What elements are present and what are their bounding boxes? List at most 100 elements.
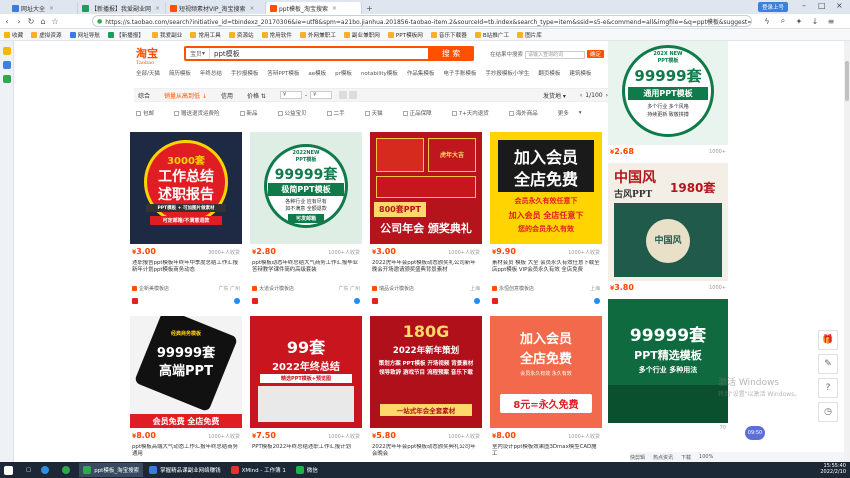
- app-icon[interactable]: [2, 61, 11, 69]
- side-ad-image[interactable]: 99999套 PPT精选模板 多个行业 多种用法: [608, 299, 728, 423]
- category-link[interactable]: 作品集模板: [407, 69, 435, 79]
- url-input[interactable]: ● https://s.taobao.com/search?initiative_…: [92, 15, 752, 27]
- search-icon[interactable]: ⌕: [778, 16, 788, 26]
- product-title[interactable]: 2022虎年年会ppt模板动态颁奖典礼公司年会晚会: [372, 444, 480, 462]
- product-title[interactable]: 2022虎年年会ppt模板动态颁奖礼公司新年晚会开场邀请颁奖盛典背景素材: [372, 260, 480, 282]
- lightning-icon[interactable]: ϟ: [762, 17, 772, 26]
- option-checkbox[interactable]: 包邮: [136, 108, 164, 118]
- shop-link[interactable]: 瑞品设计模板店: [372, 285, 414, 292]
- menu-icon[interactable]: ≡: [826, 17, 836, 26]
- chat-icon[interactable]: [474, 298, 480, 304]
- product-image[interactable]: 99套 2022年终总结 精选PPT模板+预览图: [250, 316, 362, 428]
- sub-search-button[interactable]: 确定: [587, 50, 605, 58]
- product-image[interactable]: 经典商务模板 99999套 高端PPT 会员免费 全店免费: [130, 316, 242, 428]
- product-card[interactable]: 加入会员 全店免费 会员永久有效任意下 加入会员 全店任意下 您的会员永久有效 …: [490, 132, 602, 310]
- browser-tab[interactable]: 【新播报】我爱副业网 ×: [78, 2, 166, 14]
- category-link[interactable]: ae模板: [308, 69, 326, 79]
- back-icon[interactable]: ‹: [2, 17, 12, 26]
- close-icon[interactable]: ×: [250, 5, 255, 12]
- sort-default[interactable]: 综合: [138, 91, 150, 100]
- product-title[interactable]: ppt模板高端大气动态工作汇报年终总结商务通用: [132, 444, 240, 462]
- category-link[interactable]: 答辩PPT模板: [267, 69, 299, 79]
- help-icon[interactable]: ?: [818, 378, 838, 398]
- star-icon[interactable]: [2, 47, 11, 55]
- close-icon[interactable]: ×: [155, 5, 160, 12]
- ship-from-select[interactable]: 发货地 ▾: [543, 91, 566, 100]
- bookmark[interactable]: 【新播报】: [107, 31, 144, 39]
- edit-icon[interactable]: ✎: [818, 354, 838, 374]
- option-checkbox[interactable]: 二手: [326, 108, 355, 118]
- bookmark[interactable]: 资源站: [228, 31, 254, 39]
- bookmark[interactable]: 副业兼职网: [343, 31, 380, 39]
- product-card[interactable]: 3000套 工作总结 述职报告 PPT模板 + 可加图片做素材 可定邮箱/不满意…: [130, 132, 242, 310]
- option-checkbox[interactable]: 7+天内退货: [451, 108, 499, 118]
- bookmark[interactable]: 我爱副业: [151, 31, 182, 39]
- product-title[interactable]: 述职报告ppt模板年终年中季度总结工作汇报新年计划ppt模板商务动态: [132, 260, 240, 282]
- download-icon[interactable]: ↓: [810, 17, 820, 26]
- product-card[interactable]: 经典商务模板 99999套 高端PPT 会员免费 全店免费 ¥8.00 1000…: [130, 316, 242, 462]
- chat-icon[interactable]: [594, 298, 600, 304]
- sort-credit[interactable]: 信用: [221, 91, 233, 100]
- shop-link[interactable]: 大道设计模板店: [252, 285, 294, 292]
- product-title[interactable]: ppt模板动态年终总结大气商务工作汇报毕业答辩教学课件简约高级套装: [252, 260, 360, 282]
- bookmark[interactable]: B站推广工: [474, 31, 509, 39]
- scrollbar[interactable]: [844, 41, 850, 462]
- side-ad[interactable]: 202X NEW PPT模板 99999套 通用PPT模板 多个行业 多个风格 …: [608, 41, 728, 159]
- product-image[interactable]: 加入会员 全店免费 会员永久有效 永久有效 8元=永久免费: [490, 316, 602, 428]
- close-icon[interactable]: ×: [49, 5, 54, 12]
- product-title[interactable]: PPT模板2022年终总结述职工作汇报计划: [252, 444, 360, 462]
- maximize-icon[interactable]: □: [818, 1, 826, 10]
- product-image[interactable]: 加入会员 全店免费 会员永久有效任意下 加入会员 全店任意下 您的会员永久有效: [490, 132, 602, 244]
- star-icon[interactable]: ☆: [50, 17, 60, 26]
- category-link[interactable]: 建筑模板: [569, 69, 591, 79]
- product-image[interactable]: 虎年大吉 800套PPT 公司年会 颁奖典礼: [370, 132, 482, 244]
- task-view-icon[interactable]: ▢: [22, 463, 35, 477]
- close-icon[interactable]: ×: [332, 5, 337, 12]
- side-ad-image[interactable]: 中国风 古风PPT 1980套 中国风: [608, 163, 728, 281]
- search-input[interactable]: ppt模板: [210, 49, 240, 59]
- option-checkbox[interactable]: 正品保障: [402, 108, 442, 118]
- option-checkbox[interactable]: 公益宝贝: [277, 108, 317, 118]
- chat-icon[interactable]: [354, 298, 360, 304]
- start-button[interactable]: [0, 463, 20, 477]
- category-link[interactable]: 电子手账模板: [443, 69, 476, 79]
- refresh-icon[interactable]: ↻: [26, 17, 36, 26]
- product-card[interactable]: 加入会员 全店免费 会员永久有效 永久有效 8元=永久免费 ¥8.00 1000…: [490, 316, 602, 462]
- minimize-icon[interactable]: –: [802, 1, 806, 10]
- sort-sales[interactable]: 销量从高到低 ↓: [164, 91, 207, 100]
- clock-icon[interactable]: [2, 75, 11, 83]
- side-ad-image[interactable]: 202X NEW PPT模板 99999套 通用PPT模板 多个行业 多个风格 …: [608, 41, 728, 145]
- home-icon[interactable]: ⌂: [38, 17, 48, 26]
- price-min-input[interactable]: ¥: [279, 91, 302, 99]
- taskbar-item[interactable]: ppt模板_淘宝搜索: [79, 463, 144, 477]
- browser-icon[interactable]: [58, 463, 77, 477]
- edge-icon[interactable]: [37, 463, 56, 477]
- taskbar-item[interactable]: 微信: [292, 463, 322, 477]
- grid-view-icon[interactable]: [339, 91, 348, 99]
- option-checkbox[interactable]: 天猫: [364, 108, 393, 118]
- floating-badge[interactable]: 09:50: [745, 426, 765, 440]
- new-tab-button[interactable]: +: [362, 2, 377, 14]
- search-button[interactable]: 搜 索: [428, 46, 474, 61]
- status-item[interactable]: 快剪辑: [630, 454, 645, 461]
- taskbar-item[interactable]: XMind - 工作簿 1: [227, 463, 290, 477]
- taobao-logo[interactable]: 淘宝 Taobao: [136, 45, 158, 66]
- bookmark[interactable]: 音乐下载器: [430, 31, 467, 39]
- sub-search-input[interactable]: 请输入查询的词: [525, 50, 586, 59]
- sort-price[interactable]: 价格 ⇅: [247, 91, 266, 100]
- shop-link[interactable]: 永恒创意模板店: [492, 285, 534, 292]
- product-image[interactable]: 2022NEW PPT模板 99999套 极简PPT模板 各种行业 应有尽有 如…: [250, 132, 362, 244]
- extension-icon[interactable]: ✦: [794, 17, 804, 26]
- product-card[interactable]: 虎年大吉 800套PPT 公司年会 颁奖典礼 ¥3.00 1000+人收货 20…: [370, 132, 482, 310]
- prev-page-icon[interactable]: ‹: [580, 92, 582, 99]
- side-ad[interactable]: 中国风 古风PPT 1980套 中国风 ¥3.80 1000+: [608, 163, 728, 293]
- bookmark[interactable]: 常用软件: [261, 31, 292, 39]
- status-item[interactable]: 下载: [681, 454, 691, 461]
- category-link[interactable]: 手抄报模板: [231, 69, 259, 79]
- bookmark[interactable]: PPT模板网: [387, 31, 423, 39]
- bookmark[interactable]: 网址导航: [69, 31, 100, 39]
- side-ad[interactable]: 99999套 PPT精选模板 多个行业 多种用法 70: [608, 299, 728, 439]
- category-link[interactable]: 年终总结: [200, 69, 222, 79]
- category-link[interactable]: 全部/天猫: [136, 69, 160, 79]
- sign-in-button[interactable]: 登录上号: [758, 2, 789, 12]
